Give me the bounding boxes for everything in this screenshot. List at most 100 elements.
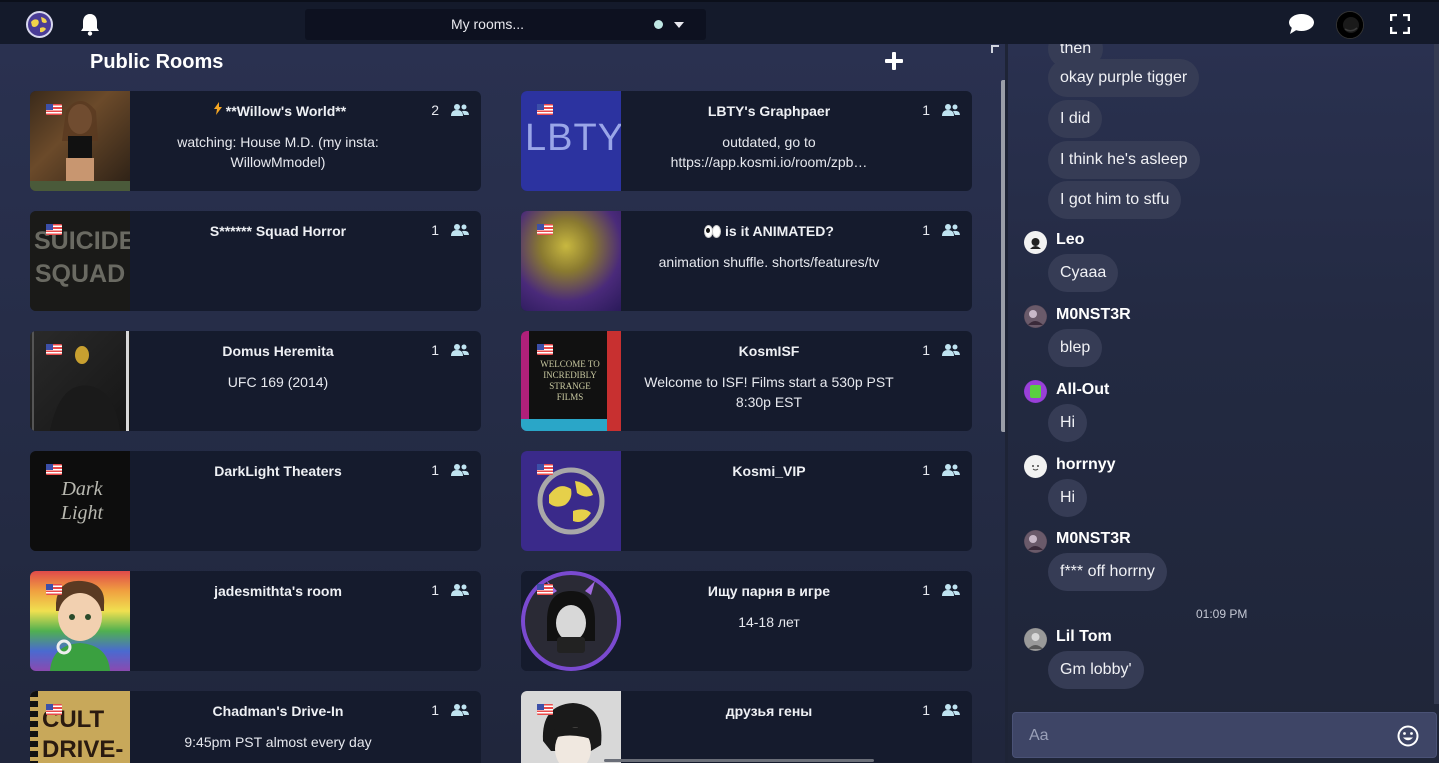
- horizontal-scrollbar-thumb[interactable]: [604, 759, 874, 762]
- user-avatar[interactable]: [1024, 231, 1047, 254]
- user-avatar[interactable]: [1024, 305, 1047, 328]
- chat-message: I did: [1048, 100, 1103, 138]
- chat-scrollbar[interactable]: [1434, 44, 1439, 704]
- room-description: 14-18 лет: [738, 614, 800, 630]
- eyes-icon: [704, 225, 722, 238]
- room-card-willows-world[interactable]: **Willow's World** watching: House M.D. …: [30, 91, 481, 191]
- room-thumbnail: [521, 691, 621, 763]
- room-name-row: is it ANIMATED?: [621, 223, 917, 239]
- member-count: 1: [922, 702, 930, 718]
- member-count: 1: [431, 462, 439, 478]
- room-thumbnail: Dark Light: [30, 451, 130, 551]
- member-count: 1: [922, 342, 930, 358]
- notifications-bell-icon[interactable]: [79, 12, 101, 36]
- resize-corner-icon[interactable]: [991, 45, 999, 53]
- user-avatar[interactable]: [1024, 380, 1047, 403]
- top-bar: My rooms...: [0, 0, 1439, 44]
- user-avatar[interactable]: [1024, 455, 1047, 478]
- room-name: DarkLight Theaters: [214, 463, 342, 479]
- room-name: S****** Squad Horror: [209, 223, 347, 239]
- chat-username[interactable]: Leo: [1056, 231, 1084, 249]
- chat-message: f*** off horrny: [1048, 553, 1167, 591]
- planet-logo-icon: [537, 467, 605, 535]
- chat-input-box: [1012, 712, 1437, 758]
- us-flag-icon: [46, 464, 62, 475]
- chat-username[interactable]: Lil Tom: [1056, 628, 1112, 646]
- emoji-icon[interactable]: [1397, 725, 1419, 747]
- room-thumbnail: [521, 211, 621, 311]
- users-icon: [942, 464, 960, 476]
- room-name: LBTY's Graphpaer: [707, 103, 831, 119]
- member-count: 2: [431, 102, 439, 118]
- room-name: друзья гены: [725, 703, 813, 719]
- user-avatar[interactable]: [1024, 628, 1047, 651]
- room-thumbnail: CULT DRIVE-IN: [30, 691, 130, 763]
- user-avatar[interactable]: [1336, 11, 1364, 39]
- chat-timestamp: 01:09 PM: [1196, 607, 1248, 621]
- room-description: 9:45pm PST almost every day: [184, 734, 372, 750]
- room-card-kosmisf[interactable]: WELCOME TO INCREDIBLY STRANGE FILMS Kosm…: [521, 331, 972, 431]
- chat-message: I got him to stfu: [1048, 181, 1182, 219]
- room-thumbnail: SUICIDE SQUAD: [30, 211, 130, 311]
- chat-username[interactable]: M0NST3R: [1056, 306, 1131, 324]
- room-card-darklight-theaters[interactable]: Dark Light DarkLight Theaters 1: [30, 451, 481, 551]
- room-card-kosmi-vip[interactable]: Kosmi_VIP 1: [521, 451, 972, 551]
- room-card-domus-heremita[interactable]: Domus Heremita UFC 169 (2014) 1: [30, 331, 481, 431]
- public-rooms-panel: Public Rooms **Willow's World** watching…: [0, 44, 1005, 763]
- us-flag-icon: [46, 704, 62, 715]
- users-icon: [451, 104, 469, 116]
- chat-panel: then okay purple tigger I did I think he…: [1008, 44, 1439, 763]
- room-card-jadesmithta[interactable]: jadesmithta's room 1: [30, 571, 481, 671]
- chat-username[interactable]: All-Out: [1056, 381, 1109, 399]
- room-thumbnail: [521, 451, 621, 551]
- room-description: outdated, go to https://app.kosmi.io/roo…: [670, 134, 868, 170]
- room-description: watching: House M.D. (my insta: WillowMm…: [177, 134, 379, 170]
- member-count: 1: [431, 342, 439, 358]
- member-count: 1: [431, 222, 439, 238]
- us-flag-icon: [46, 344, 62, 355]
- my-rooms-label: My rooms...: [450, 16, 525, 32]
- room-thumbnail: [30, 331, 130, 431]
- status-dot-icon: [654, 20, 663, 29]
- chat-bubble-icon[interactable]: [1288, 13, 1315, 35]
- chat-username[interactable]: M0NST3R: [1056, 530, 1131, 548]
- rooms-scrollbar-thumb[interactable]: [1001, 80, 1005, 432]
- avatar-image-icon: [1337, 12, 1363, 38]
- chat-message: blep: [1048, 329, 1103, 367]
- member-count: 1: [431, 582, 439, 598]
- member-count: 1: [431, 702, 439, 718]
- users-icon: [942, 704, 960, 716]
- room-thumbnail: [521, 571, 621, 671]
- my-rooms-dropdown[interactable]: My rooms...: [305, 9, 706, 40]
- room-card-lbty-graphpaer[interactable]: LBTY LBTY's Graphpaer outdated, go to ht…: [521, 91, 972, 191]
- us-flag-icon: [537, 704, 553, 715]
- us-flag-icon: [46, 104, 62, 115]
- thumb-text: WELCOME TO INCREDIBLY STRANGE FILMS: [540, 359, 600, 402]
- user-avatar[interactable]: [1024, 530, 1047, 553]
- chat-message-input[interactable]: [1029, 723, 1389, 749]
- add-room-plus-icon[interactable]: [885, 52, 903, 70]
- users-icon: [942, 344, 960, 356]
- chat-message: Hi: [1048, 404, 1088, 442]
- room-name: KosmISF: [738, 343, 800, 359]
- users-icon: [451, 224, 469, 236]
- room-name: Chadman's Drive-In: [212, 703, 344, 719]
- users-icon: [451, 704, 469, 716]
- room-description: Welcome to ISF! Films start a 530p PST 8…: [644, 374, 894, 410]
- fullscreen-icon[interactable]: [1389, 13, 1411, 35]
- room-card-squad-horror[interactable]: SUICIDE SQUAD S****** Squad Horror 1: [30, 211, 481, 311]
- member-count: 1: [922, 582, 930, 598]
- chat-username[interactable]: horrnyy: [1056, 456, 1116, 474]
- us-flag-icon: [537, 344, 553, 355]
- room-card-druzya-geny[interactable]: друзья гены 1: [521, 691, 972, 763]
- app-logo[interactable]: [26, 11, 53, 38]
- room-card-ishchu-parnya[interactable]: Ищу парня в игре 14-18 лет 1: [521, 571, 972, 671]
- room-card-chadmans-drive-in[interactable]: CULT DRIVE-IN Chadman's Drive-In 9:45pm …: [30, 691, 481, 763]
- chat-message: Cyaaa: [1048, 254, 1119, 292]
- member-count: 1: [922, 462, 930, 478]
- users-icon: [942, 584, 960, 596]
- room-thumbnail: LBTY: [521, 91, 621, 191]
- room-thumbnail: [30, 571, 130, 671]
- room-card-is-it-animated[interactable]: is it ANIMATED? animation shuffle. short…: [521, 211, 972, 311]
- public-rooms-title: Public Rooms: [90, 51, 224, 73]
